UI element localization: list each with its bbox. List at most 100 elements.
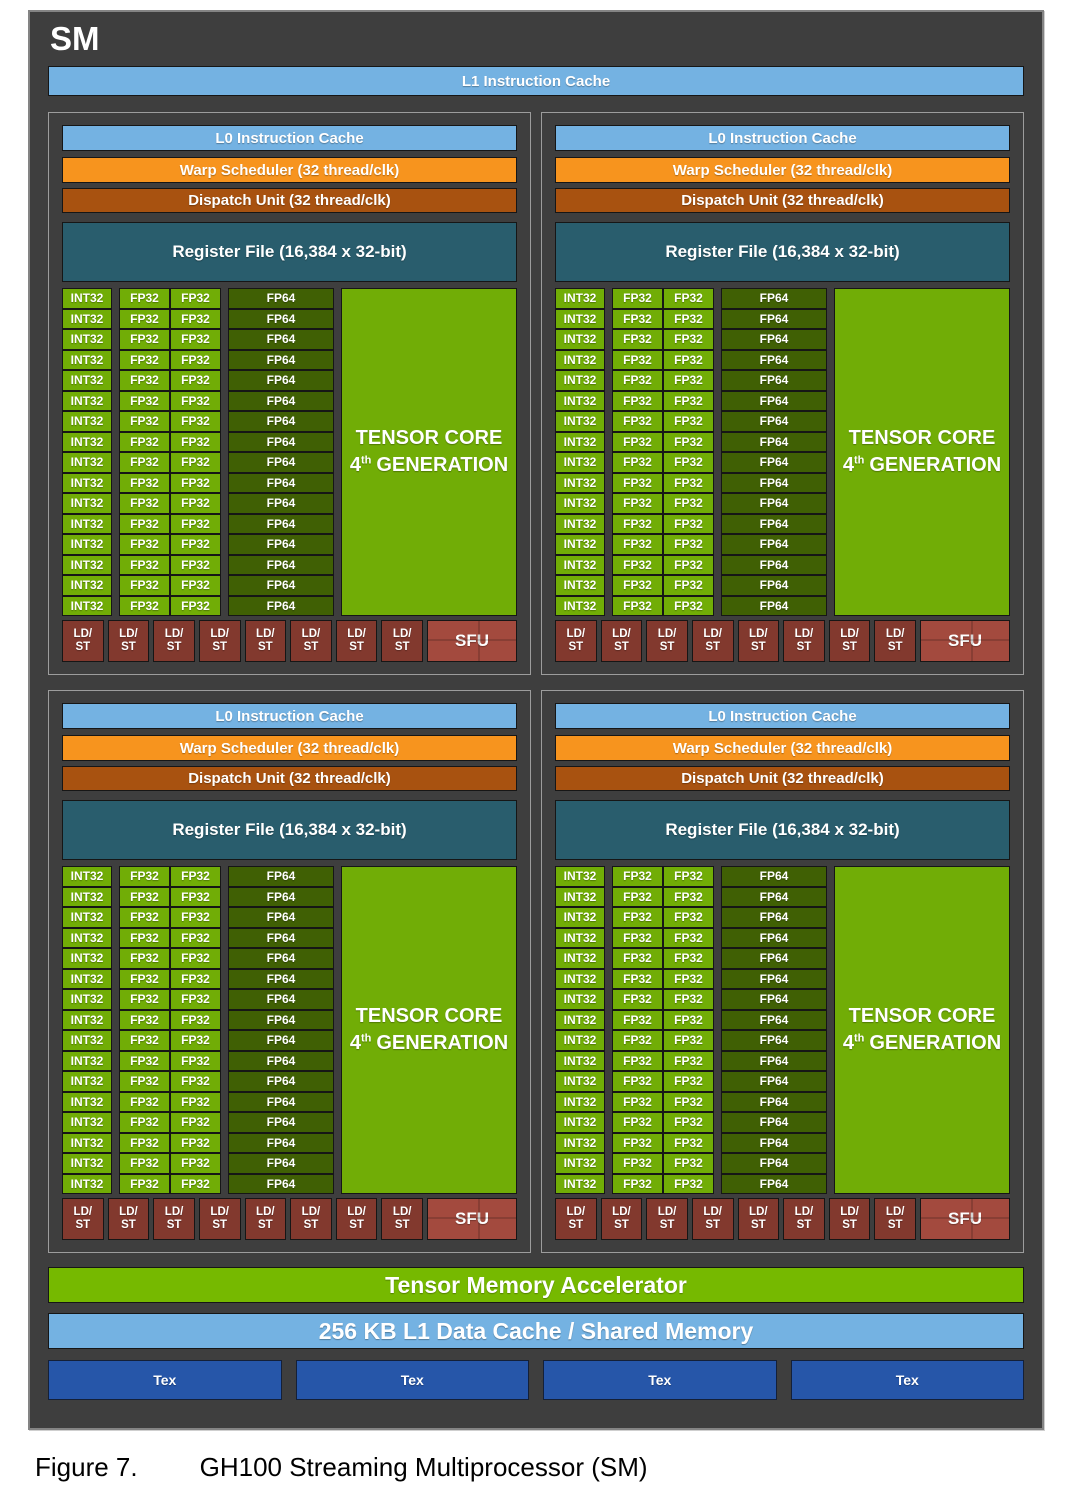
fp32-core-cell: FP32: [613, 949, 662, 968]
fp64-core-cell: FP64: [722, 1175, 826, 1194]
fp32-core-cell: FP32: [613, 867, 662, 886]
int32-core-cell: INT32: [63, 289, 111, 308]
fp32-core-cell: FP32: [120, 433, 169, 452]
ldst-label-top: LD/: [612, 628, 631, 641]
int32-core-cell: INT32: [556, 990, 604, 1009]
fp32-core-cell: FP32: [171, 970, 220, 989]
fp32-core-cell: FP32: [171, 515, 220, 534]
fp32-core-cell: FP32: [664, 908, 713, 927]
fp32-core-cell: FP32: [664, 990, 713, 1009]
ldst-label-bottom: ST: [568, 1219, 583, 1232]
fp32-core-cell: FP32: [664, 1154, 713, 1173]
ldst-unit: LD/ST: [738, 1198, 780, 1240]
fp64-core-cell: FP64: [722, 289, 826, 308]
ldst-label-bottom: ST: [614, 641, 629, 654]
fp64-column: FP64FP64FP64FP64FP64FP64FP64FP64FP64FP64…: [721, 288, 827, 616]
tensor-core-line2: 4thGENERATION: [843, 452, 1001, 479]
fp64-core-cell: FP64: [229, 1011, 333, 1030]
ldst-label-bottom: ST: [751, 1219, 766, 1232]
fp32-core-cell: FP32: [120, 556, 169, 575]
ldst-label-top: LD/: [703, 1206, 722, 1219]
sm-partition: L0 Instruction CacheWarp Scheduler (32 t…: [48, 112, 531, 675]
fp32-core-cell: FP32: [613, 1134, 662, 1153]
fp32-column: FP32FP32FP32FP32FP32FP32FP32FP32FP32FP32…: [612, 866, 714, 1194]
int32-core-cell: INT32: [556, 908, 604, 927]
fp32-core-cell: FP32: [171, 535, 220, 554]
int32-core-cell: INT32: [556, 1093, 604, 1112]
ldst-label-top: LD/: [347, 628, 366, 641]
fp64-core-cell: FP64: [722, 515, 826, 534]
fp32-core-cell: FP32: [171, 949, 220, 968]
fp64-core-cell: FP64: [722, 1072, 826, 1091]
int32-core-cell: INT32: [63, 888, 111, 907]
core-grid: INT32INT32INT32INT32INT32INT32INT32INT32…: [555, 288, 1010, 616]
warp-scheduler-bar: Warp Scheduler (32 thread/clk): [555, 157, 1010, 183]
ldst-label-bottom: ST: [705, 641, 720, 654]
int32-core-cell: INT32: [63, 392, 111, 411]
fp32-column: FP32FP32FP32FP32FP32FP32FP32FP32FP32FP32…: [119, 288, 221, 616]
int32-core-cell: INT32: [556, 310, 604, 329]
ldst-label-bottom: ST: [75, 1219, 90, 1232]
fp32-core-cell: FP32: [664, 1093, 713, 1112]
ldst-label-top: LD/: [256, 1206, 275, 1219]
fp64-core-cell: FP64: [722, 597, 826, 616]
fp32-core-cell: FP32: [613, 474, 662, 493]
int32-column: INT32INT32INT32INT32INT32INT32INT32INT32…: [555, 288, 605, 616]
l0-instruction-cache-bar: L0 Instruction Cache: [62, 125, 517, 151]
figure-caption: Figure 7. GH100 Streaming Multiprocessor…: [35, 1452, 648, 1483]
int32-core-cell: INT32: [63, 1031, 111, 1050]
fp64-core-cell: FP64: [229, 1134, 333, 1153]
fp32-core-cell: FP32: [171, 1011, 220, 1030]
fp32-core-cell: FP32: [171, 867, 220, 886]
ldst-unit: LD/ST: [692, 620, 734, 662]
fp32-core-cell: FP32: [613, 1031, 662, 1050]
fp64-core-cell: FP64: [722, 351, 826, 370]
fp32-core-cell: FP32: [613, 1093, 662, 1112]
l1-instruction-cache-bar: L1 Instruction Cache: [48, 66, 1024, 96]
fp32-core-cell: FP32: [120, 474, 169, 493]
int32-core-cell: INT32: [63, 310, 111, 329]
ldst-unit: LD/ST: [783, 620, 825, 662]
fp32-core-cell: FP32: [664, 576, 713, 595]
ldst-label-bottom: ST: [888, 1219, 903, 1232]
fp64-core-cell: FP64: [722, 556, 826, 575]
fp32-core-cell: FP32: [613, 929, 662, 948]
ldst-label-top: LD/: [393, 1206, 412, 1219]
int32-core-cell: INT32: [556, 433, 604, 452]
ldst-unit: LD/ST: [108, 620, 150, 662]
ldst-label-bottom: ST: [614, 1219, 629, 1232]
fp32-core-cell: FP32: [664, 1175, 713, 1194]
int32-core-cell: INT32: [63, 556, 111, 575]
ldst-unit: LD/ST: [199, 1198, 241, 1240]
ldst-unit: LD/ST: [153, 620, 195, 662]
fp32-core-cell: FP32: [613, 289, 662, 308]
tex-unit: Tex: [543, 1360, 777, 1400]
fp32-core-cell: FP32: [120, 392, 169, 411]
ldst-label-top: LD/: [567, 628, 586, 641]
ldst-label-top: LD/: [795, 1206, 814, 1219]
fp64-core-cell: FP64: [229, 888, 333, 907]
ldst-label-top: LD/: [795, 628, 814, 641]
dispatch-unit-bar: Dispatch Unit (32 thread/clk): [555, 188, 1010, 213]
tensor-core-generation-number: 4: [843, 454, 854, 476]
int32-core-cell: INT32: [63, 474, 111, 493]
sm-title: SM: [48, 12, 1024, 66]
fp64-core-cell: FP64: [722, 576, 826, 595]
tensor-core-generation-number: 4: [843, 1032, 854, 1054]
ldst-unit: LD/ST: [829, 1198, 871, 1240]
ldst-label-bottom: ST: [258, 1219, 273, 1232]
ldst-label-bottom: ST: [121, 641, 136, 654]
ldst-label-top: LD/: [74, 1206, 93, 1219]
int32-core-cell: INT32: [556, 1011, 604, 1030]
fp64-core-cell: FP64: [722, 888, 826, 907]
fp32-core-cell: FP32: [664, 351, 713, 370]
ldst-label-bottom: ST: [304, 1219, 319, 1232]
int32-core-cell: INT32: [63, 1154, 111, 1173]
ldst-label-bottom: ST: [349, 641, 364, 654]
ldst-label-bottom: ST: [842, 641, 857, 654]
fp32-core-cell: FP32: [613, 515, 662, 534]
fp32-core-cell: FP32: [613, 494, 662, 513]
ldst-label-top: LD/: [210, 1206, 229, 1219]
fp64-core-cell: FP64: [229, 515, 333, 534]
int32-core-cell: INT32: [556, 888, 604, 907]
